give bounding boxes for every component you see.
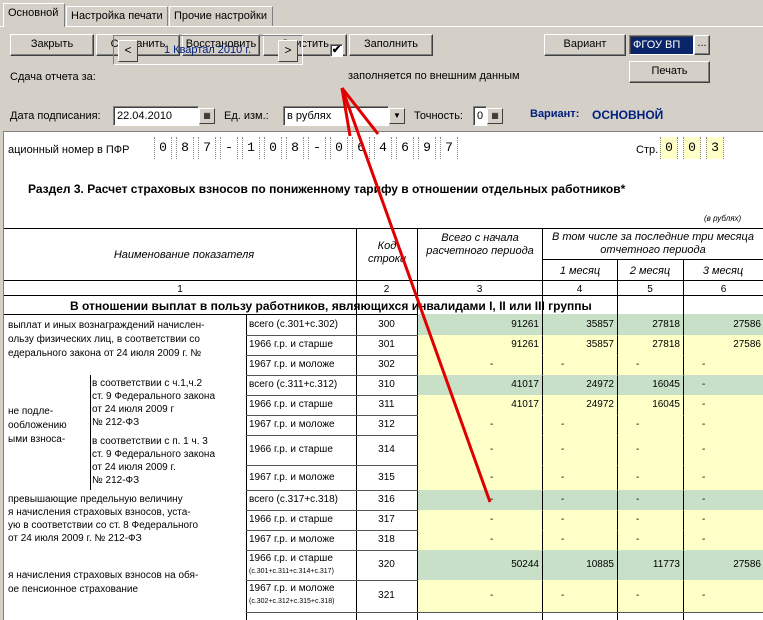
annotation-arrow [340,87,492,503]
tab-main[interactable]: Основной [3,3,65,27]
arrow-line [340,87,492,503]
